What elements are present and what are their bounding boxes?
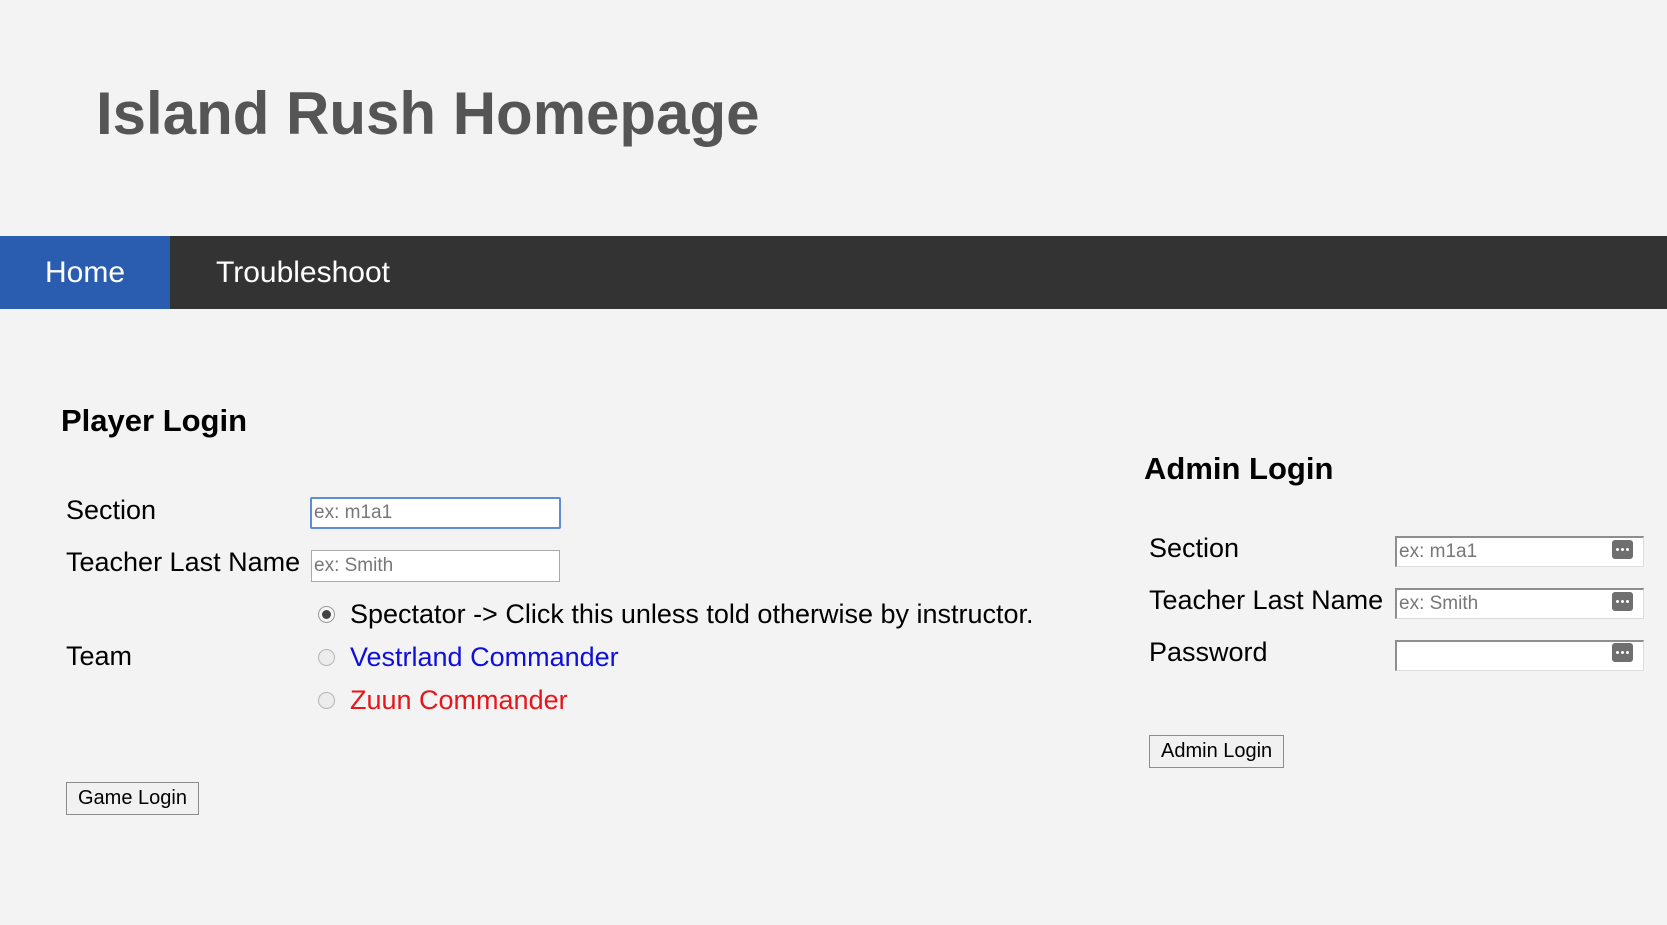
player-teacher-input[interactable] <box>311 550 560 582</box>
team-option-label: Vestrland Commander <box>350 642 619 672</box>
team-label: Team <box>66 641 133 671</box>
team-option-vestrland[interactable]: Vestrland Commander <box>318 641 619 673</box>
password-label: Password <box>1149 637 1268 667</box>
team-option-zuun[interactable]: Zuun Commander <box>318 684 568 716</box>
admin-teacher-input[interactable] <box>1395 588 1644 619</box>
admin-teacher-label: Teacher Last Name <box>1149 585 1384 615</box>
team-option-label: Zuun Commander <box>350 685 568 715</box>
password-manager-key-icon[interactable] <box>1612 540 1633 559</box>
password-manager-key-icon[interactable] <box>1612 643 1633 662</box>
game-login-button[interactable]: Game Login <box>66 782 199 815</box>
radio-zuun[interactable] <box>318 691 335 709</box>
navbar: Home Troubleshoot <box>0 236 1667 309</box>
player-login-heading: Player Login <box>61 403 248 438</box>
radio-spectator[interactable] <box>318 605 335 623</box>
nav-home-link[interactable]: Home <box>0 236 170 309</box>
team-option-spectator[interactable]: Spectator -> Click this unless told othe… <box>318 598 1034 630</box>
password-manager-key-icon[interactable] <box>1612 592 1633 611</box>
radio-vestrland[interactable] <box>318 648 335 666</box>
admin-section-input[interactable] <box>1395 536 1644 567</box>
player-teacher-label: Teacher Last Name <box>66 547 301 577</box>
admin-login-heading: Admin Login <box>1144 451 1334 486</box>
player-section-label: Section <box>66 495 157 525</box>
admin-section-label: Section <box>1149 533 1240 563</box>
page-title: Island Rush Homepage <box>96 80 760 147</box>
password-input[interactable] <box>1395 640 1644 671</box>
team-option-label: Spectator -> Click this unless told othe… <box>350 599 1034 629</box>
admin-login-button[interactable]: Admin Login <box>1149 735 1285 768</box>
nav-troubleshoot-link[interactable]: Troubleshoot <box>170 236 436 309</box>
player-section-input[interactable] <box>310 497 561 529</box>
page: Island Rush Homepage Home Troubleshoot P… <box>0 0 1667 925</box>
